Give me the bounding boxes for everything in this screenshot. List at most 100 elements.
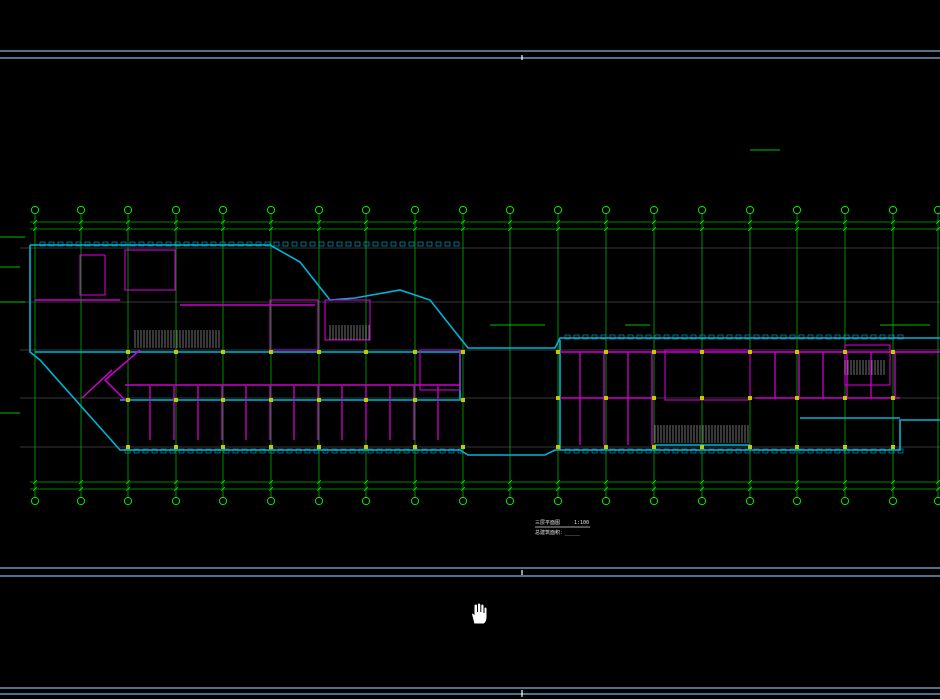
column — [269, 350, 273, 354]
axis-bubble — [266, 205, 276, 215]
axis-bubble — [697, 496, 707, 506]
column — [126, 350, 130, 354]
axis-bubble — [458, 496, 468, 506]
axis-bubble — [76, 496, 86, 506]
window-mark — [435, 241, 442, 247]
window-mark — [363, 241, 370, 247]
column — [126, 398, 130, 402]
axis-bubble — [505, 205, 515, 215]
column — [317, 398, 321, 402]
window-mark — [291, 241, 298, 247]
column — [126, 445, 130, 449]
column — [461, 398, 465, 402]
column — [556, 445, 560, 449]
axis-bubble — [649, 205, 659, 215]
window-mark — [390, 241, 397, 247]
cad-drawing-viewport[interactable]: 三层平面图 1:100 总建筑面积：_____ — [0, 0, 940, 699]
partition-wall — [81, 369, 113, 399]
axis-bubble — [123, 205, 133, 215]
column — [795, 445, 799, 449]
axis-bubble — [218, 205, 228, 215]
axis-bubble — [410, 205, 420, 215]
column — [364, 445, 368, 449]
window-mark — [399, 241, 406, 247]
window-mark — [345, 241, 352, 247]
window-mark — [426, 241, 433, 247]
window-mark — [354, 241, 361, 247]
column — [174, 350, 178, 354]
axis-bubble — [792, 205, 802, 215]
column — [317, 445, 321, 449]
axis-bubble — [553, 205, 563, 215]
column — [317, 350, 321, 354]
column — [556, 396, 560, 400]
axis-bubble — [171, 205, 181, 215]
axis-bubble — [745, 205, 755, 215]
column — [748, 350, 752, 354]
window-mark — [300, 241, 307, 247]
axis-bubble — [30, 205, 40, 215]
axis-bubble — [361, 496, 371, 506]
window-mark — [453, 241, 460, 247]
window-mark — [417, 241, 424, 247]
column — [221, 350, 225, 354]
axis-bubble — [649, 496, 659, 506]
hand-pan-icon — [471, 602, 488, 625]
column — [269, 445, 273, 449]
window-mark — [336, 241, 343, 247]
window-mark — [444, 241, 451, 247]
axis-bubble — [888, 496, 898, 506]
drawing-scale: 1:100 — [574, 520, 589, 526]
column — [364, 350, 368, 354]
core-block — [844, 344, 891, 386]
floor-plan-canvas[interactable]: 三层平面图 1:100 总建筑面积：_____ — [0, 0, 940, 699]
column — [413, 445, 417, 449]
axis-bubble — [123, 496, 133, 506]
column — [891, 445, 895, 449]
column — [843, 350, 847, 354]
axis-bubble — [361, 205, 371, 215]
column — [891, 396, 895, 400]
column — [652, 350, 656, 354]
wall-segment — [30, 244, 940, 349]
axis-bubble — [410, 496, 420, 506]
column — [795, 350, 799, 354]
column — [795, 396, 799, 400]
axis-bubble — [505, 496, 515, 506]
window-mark — [309, 241, 316, 247]
core-block — [124, 249, 176, 291]
column — [461, 445, 465, 449]
annotations — [0, 149, 930, 414]
column — [652, 445, 656, 449]
axis-bubble — [458, 205, 468, 215]
axis-bubble — [171, 496, 181, 506]
core-block — [79, 254, 106, 296]
column — [748, 445, 752, 449]
axis-bubble — [266, 496, 276, 506]
column — [174, 445, 178, 449]
column — [604, 396, 608, 400]
column — [174, 398, 178, 402]
building-walls — [29, 241, 940, 456]
window-mark — [318, 241, 325, 247]
axis-bubble — [840, 496, 850, 506]
axis-bubble — [840, 205, 850, 215]
axis-bubbles — [30, 205, 940, 506]
title-block: 三层平面图 1:100 总建筑面积：_____ — [535, 520, 590, 536]
column — [604, 445, 608, 449]
wall-segment — [120, 350, 461, 401]
drawing-title: 三层平面图 — [535, 520, 560, 526]
column — [700, 396, 704, 400]
core-block — [269, 299, 319, 351]
column — [461, 350, 465, 354]
window-mark — [372, 241, 379, 247]
window-mark — [381, 241, 388, 247]
axis-bubble — [697, 205, 707, 215]
partition-wall — [103, 349, 141, 401]
column — [413, 398, 417, 402]
column — [221, 398, 225, 402]
axis-bubble — [933, 205, 940, 215]
axis-bubble — [76, 205, 86, 215]
column — [748, 396, 752, 400]
drawing-area-note: 总建筑面积：_____ — [535, 529, 581, 536]
